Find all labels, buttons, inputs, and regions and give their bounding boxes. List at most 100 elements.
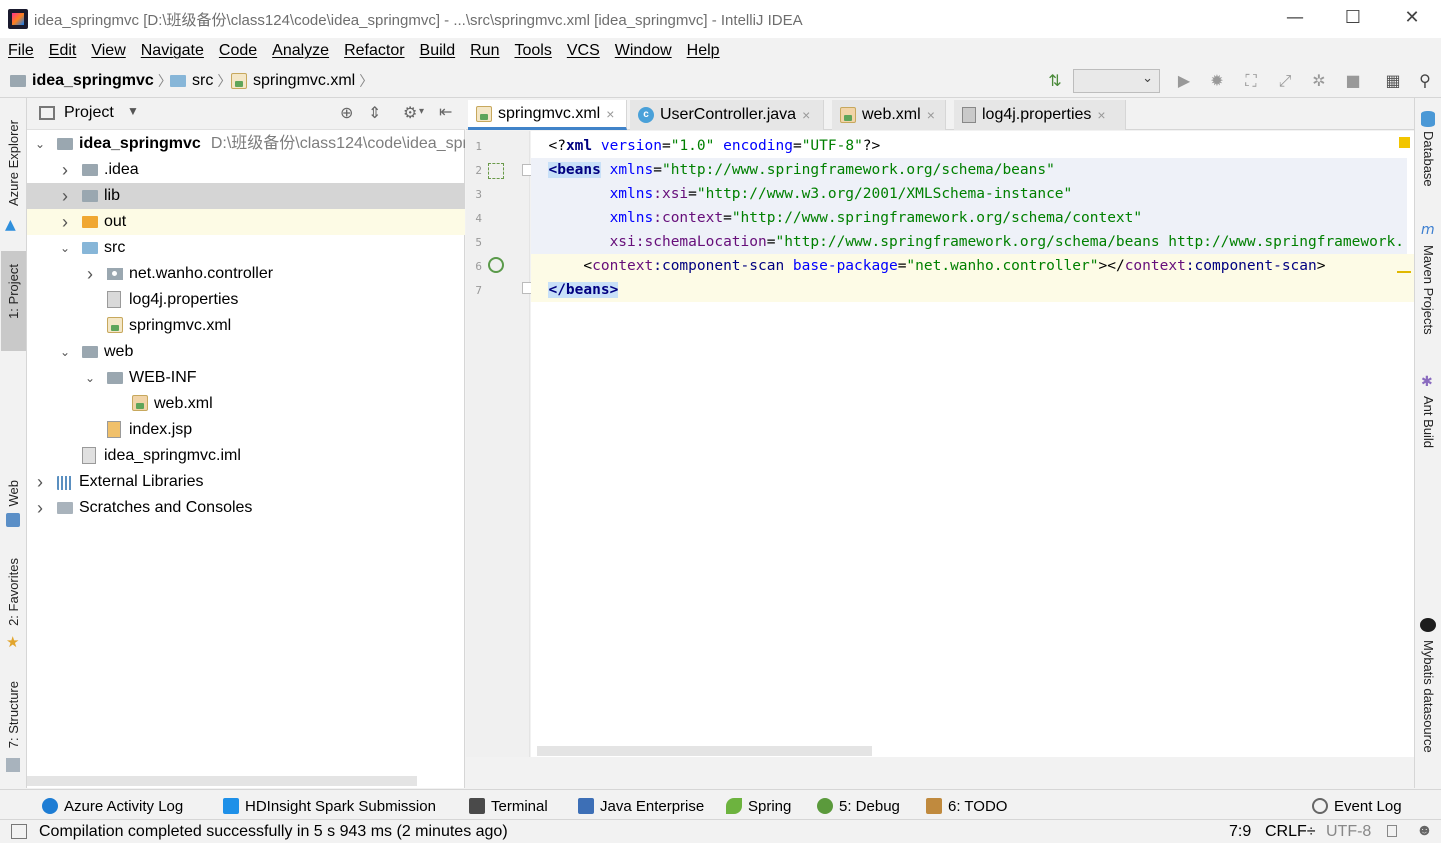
editor-horizontal-scrollbar[interactable] [537,746,872,756]
minimize-button[interactable]: — [1266,0,1324,38]
debug-icon[interactable]: ✹ [1206,70,1228,92]
favorites-tab[interactable]: 2: Favorites [6,558,21,626]
project-tab[interactable]: 1: Project [6,264,21,319]
caret-position[interactable]: 7:9 [1229,823,1251,841]
menu-run[interactable]: Run [462,38,506,62]
project-view-title[interactable]: Project [64,104,114,122]
menu-help[interactable]: Help [679,38,727,62]
database-tab[interactable]: Database [1421,131,1436,187]
chevron-right-icon[interactable]: › [33,469,47,495]
coverage-icon[interactable]: ⛶ [1240,70,1262,92]
ant-build-tab[interactable]: Ant Build [1421,396,1436,448]
chevron-down-icon[interactable]: ▼ [127,104,139,118]
tab-log4j-properties[interactable]: log4j.properties × [954,100,1126,130]
chevron-right-icon[interactable]: › [58,157,72,183]
menu-refactor[interactable]: Refactor [336,38,411,62]
java-enterprise-tab[interactable]: Java Enterprise [578,796,704,816]
menu-navigate[interactable]: Navigate [133,38,211,62]
event-log-tab[interactable]: Event Log [1312,796,1402,816]
tree-item-lib[interactable]: › lib [27,183,465,209]
close-tab-icon[interactable]: × [927,107,935,123]
run-icon[interactable]: ▶ [1173,70,1195,92]
profile-icon[interactable]: ⤢ [1274,70,1296,92]
tree-item-src[interactable]: ⌄ src [27,235,465,261]
warning-marker-icon[interactable] [1399,137,1410,148]
stop-icon[interactable]: ■ [1342,70,1364,92]
todo-tab[interactable]: 6: TODO [926,796,1007,816]
spring-scan-icon[interactable] [488,257,504,273]
menu-vcs[interactable]: VCS [559,38,607,62]
code-editor[interactable]: <?xml version="1.0" encoding="UTF-8"?> <… [531,131,1414,757]
menu-edit[interactable]: Edit [41,38,84,62]
tree-item-web-xml[interactable]: web.xml [27,391,465,417]
inspector-icon[interactable]: ☻ [1416,822,1433,840]
close-tab-icon[interactable]: × [802,107,810,123]
locate-file-icon[interactable]: ⊕ [340,103,353,123]
error-stripe-mark[interactable] [1397,271,1411,273]
tree-item-web-inf[interactable]: ⌄ WEB-INF [27,365,465,391]
chevron-down-icon[interactable]: ▾ [419,106,424,117]
status-message[interactable]: Compilation completed successfully in 5 … [39,823,508,841]
menu-build[interactable]: Build [412,38,463,62]
web-tab[interactable]: Web [6,480,21,507]
chevron-down-icon[interactable]: ⌄ [58,235,72,261]
menu-window[interactable]: Window [607,38,679,62]
close-button[interactable]: ✕ [1383,0,1441,38]
mybatis-datasource-tab[interactable]: Mybatis datasource [1421,640,1436,753]
maximize-button[interactable]: ☐ [1324,0,1382,38]
search-icon[interactable]: ⚲ [1414,70,1436,92]
lock-icon[interactable] [1387,825,1397,837]
terminal-tab[interactable]: Terminal [469,796,548,816]
gear-icon[interactable]: ⚙ [403,103,417,123]
chevron-right-icon[interactable]: › [83,261,97,287]
menu-tools[interactable]: Tools [506,38,558,62]
menu-code[interactable]: Code [211,38,264,62]
structure-tab[interactable]: 7: Structure [6,681,21,748]
tree-item-out[interactable]: › out [27,209,465,235]
azure-explorer-tab[interactable]: Azure Explorer [6,120,21,206]
project-horizontal-scrollbar[interactable] [27,776,417,786]
tree-item-idea-springmvc-iml[interactable]: idea_springmvc.iml [27,443,465,469]
maven-projects-tab[interactable]: Maven Projects [1421,245,1436,335]
spring-bean-icon[interactable] [488,163,504,179]
breadcrumb-src[interactable]: src 〉 [170,71,231,91]
tool-windows-toggle-icon[interactable] [11,824,27,839]
tab-web-xml[interactable]: web.xml × [832,100,946,130]
chevron-right-icon[interactable]: › [33,495,47,521]
file-encoding[interactable]: UTF-8 [1326,823,1371,841]
chevron-right-icon[interactable]: › [58,209,72,235]
tree-item-log4j-properties[interactable]: log4j.properties [27,287,465,313]
attach-debugger-icon[interactable]: ✲ [1308,70,1330,92]
tree-item-idea-springmvc[interactable]: ⌄ idea_springmvc D:\班级备份\class124\code\ide… [27,131,465,157]
tab-springmvc-xml[interactable]: springmvc.xml × [468,100,627,130]
collapse-all-icon[interactable]: ⇕ [368,103,381,123]
debug-tab[interactable]: 5: Debug [817,796,900,816]
tree-item-springmvc-xml[interactable]: springmvc.xml [27,313,465,339]
tree-item-net-wanho-controller[interactable]: › net.wanho.controller [27,261,465,287]
build-sort-icon[interactable]: ⇅ [1044,70,1066,92]
chevron-down-icon[interactable]: ⌄ [33,131,47,157]
tree-item-scratches-and-consoles[interactable]: › Scratches and Consoles [27,495,465,521]
spring-tab[interactable]: Spring [726,796,791,816]
azure-activity-log-tab[interactable]: Azure Activity Log [42,796,183,816]
line-separator[interactable]: CRLF÷ [1265,823,1316,841]
tree-item-idea[interactable]: › .idea [27,157,465,183]
tree-item-index-jsp[interactable]: index.jsp [27,417,465,443]
tree-item-web[interactable]: ⌄ web [27,339,465,365]
run-configuration-select[interactable]: ⌄ [1073,69,1160,93]
menu-analyze[interactable]: Analyze [264,38,336,62]
hdinsight-spark-tab[interactable]: HDInsight Spark Submission [223,796,436,816]
tree-item-external-libraries[interactable]: › External Libraries [27,469,465,495]
menu-file[interactable]: File [0,38,41,62]
menu-view[interactable]: View [83,38,132,62]
close-tab-icon[interactable]: × [606,106,614,122]
breadcrumb-project[interactable]: idea_springmvc 〉 [10,71,172,91]
tab-usercontroller-java[interactable]: c UserController.java × [630,100,824,130]
hide-panel-icon[interactable]: ⇤ [439,102,452,122]
breadcrumb-file[interactable]: springmvc.xml 〉 [231,71,373,91]
chevron-down-icon[interactable]: ⌄ [58,339,72,365]
chevron-down-icon[interactable]: ⌄ [83,365,97,391]
close-tab-icon[interactable]: × [1097,107,1105,123]
chevron-right-icon[interactable]: › [58,183,72,209]
project-structure-icon[interactable]: ▦ [1382,70,1404,92]
